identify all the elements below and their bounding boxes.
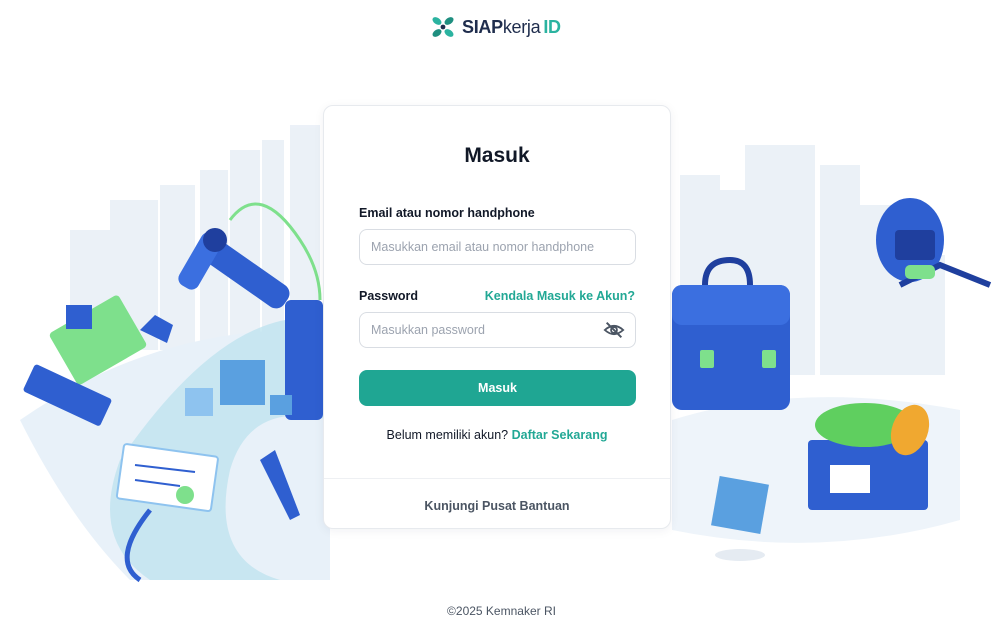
box-right — [711, 476, 769, 534]
card-divider — [324, 478, 670, 479]
box-4 — [270, 395, 292, 415]
email-field[interactable] — [360, 240, 635, 254]
login-card: Masuk Email atau nomor handphone Passwor… — [323, 105, 671, 529]
password-field[interactable] — [360, 323, 603, 337]
siapkerja-logo-icon — [432, 17, 454, 37]
login-button[interactable]: Masuk — [359, 370, 636, 406]
eye-off-icon[interactable] — [603, 319, 625, 341]
register-prompt: Belum memiliki akun? — [386, 428, 509, 442]
brand-id: ID — [543, 16, 561, 37]
register-prompt-row: Belum memiliki akun? Daftar Sekarang — [324, 428, 670, 442]
brand-kerja: kerja — [502, 16, 541, 37]
brand-siap: SIAP — [462, 16, 503, 37]
password-field-wrapper — [359, 312, 636, 348]
register-link[interactable]: Daftar Sekarang — [512, 428, 608, 442]
email-field-wrapper — [359, 229, 636, 265]
produce-crate-illustration — [808, 403, 930, 510]
box-1 — [220, 360, 265, 405]
email-label: Email atau nomor handphone — [359, 206, 535, 220]
page-title: Masuk — [464, 144, 530, 167]
password-label: Password — [359, 289, 419, 303]
box-3 — [66, 305, 92, 329]
certificate-illustration — [115, 443, 219, 513]
footer-copyright: ©2025 Kemnaker RI — [447, 604, 556, 618]
brand-logo[interactable]: SIAPkerja ID — [430, 14, 561, 40]
brand-wordmark: SIAPkerja ID — [462, 17, 561, 38]
welder-illustration — [876, 198, 992, 288]
shadow-right — [715, 549, 765, 561]
help-center-link[interactable]: Kunjungi Pusat Bantuan — [324, 499, 670, 513]
box-2 — [185, 388, 213, 416]
account-trouble-link[interactable]: Kendala Masuk ke Akun? — [485, 289, 635, 303]
